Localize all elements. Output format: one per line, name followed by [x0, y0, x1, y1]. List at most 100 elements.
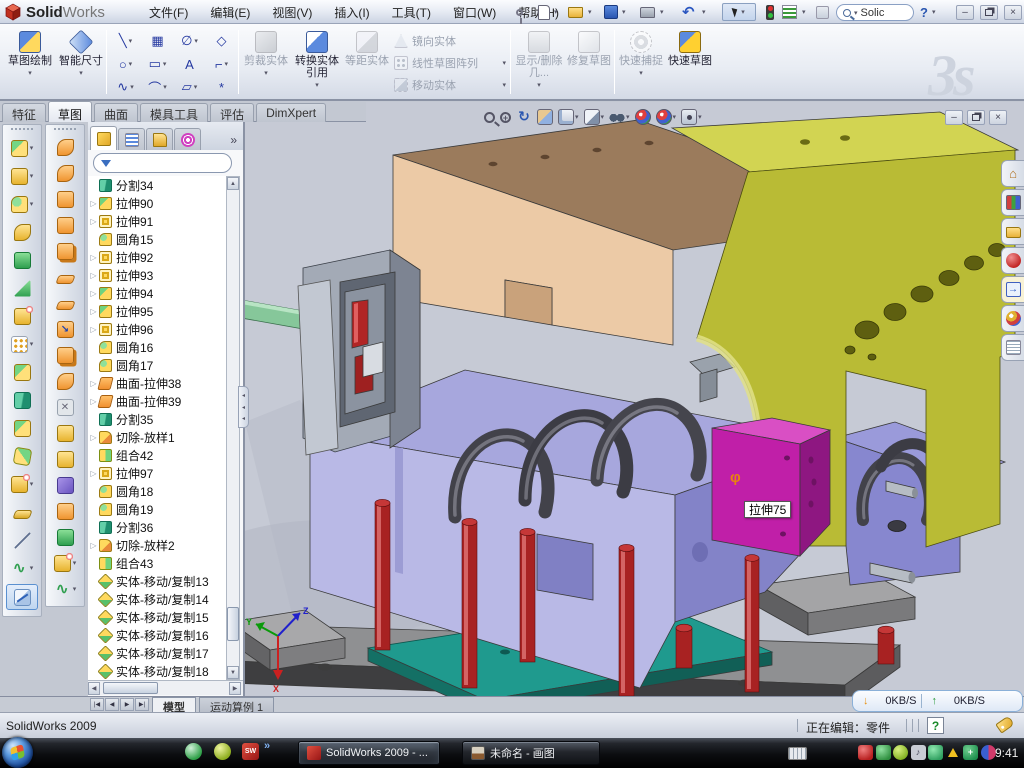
- tree-item[interactable]: 实体-移动/复制15: [88, 608, 226, 626]
- tree-item[interactable]: ▷拉伸93: [88, 266, 226, 284]
- extruded-boss-base-button[interactable]: ▾: [3, 134, 41, 162]
- extend-surface-button[interactable]: ↘: [46, 316, 84, 342]
- caret-icon[interactable]: ▾: [129, 60, 133, 68]
- caret-icon[interactable]: ▾: [225, 60, 229, 68]
- rotate-view-button[interactable]: ↻: [515, 108, 533, 126]
- tree-horizontal-scrollbar[interactable]: ◀ ▶: [88, 680, 243, 695]
- print-button[interactable]: [640, 3, 655, 21]
- apply-scene-button[interactable]: ▾: [655, 108, 678, 126]
- view-settings-button[interactable]: ▾: [680, 108, 703, 126]
- convert-entities-button[interactable]: 转换实体引用▾: [292, 27, 342, 97]
- quick-launch-messenger[interactable]: [185, 743, 202, 760]
- delete-face-button[interactable]: ✕: [46, 394, 84, 420]
- minimize-button[interactable]: –: [956, 3, 974, 21]
- custom-properties-tab[interactable]: [1001, 334, 1024, 361]
- swept-surface-button[interactable]: [46, 134, 84, 160]
- tree-filter-input[interactable]: [93, 153, 232, 173]
- caret-icon[interactable]: ▾: [163, 60, 167, 68]
- expander-icon[interactable]: ▷: [88, 289, 99, 298]
- tray-security-icon[interactable]: [876, 745, 891, 760]
- repair-sketch-button[interactable]: 修复草图: [566, 27, 612, 97]
- tree-item[interactable]: ▷切除-放样2: [88, 536, 226, 554]
- tree-item[interactable]: 分割34: [88, 176, 226, 194]
- tree-item[interactable]: ▷拉伸94: [88, 284, 226, 302]
- expander-icon[interactable]: ▷: [88, 253, 99, 262]
- design-library-tab[interactable]: [1001, 189, 1024, 216]
- menu-item[interactable]: 视图(V): [261, 0, 323, 25]
- panel-splitter-handle[interactable]: ◂◂◂: [238, 386, 249, 428]
- graphics-viewport[interactable]: φ: [245, 102, 1024, 696]
- display-style-button[interactable]: ▾: [583, 108, 606, 126]
- tree-item[interactable]: ▷拉伸97: [88, 464, 226, 482]
- hide-show-items-button[interactable]: ▾: [608, 108, 631, 126]
- tab-nav-button[interactable]: |◀: [90, 698, 104, 711]
- selection-filter-icon[interactable]: [816, 3, 829, 21]
- expander-icon[interactable]: ▷: [88, 325, 99, 334]
- spline2-button[interactable]: ∿▾: [46, 576, 84, 602]
- taskbar-task-1[interactable]: SolidWorks 2009 - ...: [298, 741, 440, 765]
- zoom-fit-button[interactable]: [483, 111, 496, 124]
- tray-volume-icon[interactable]: ♪: [911, 745, 926, 760]
- caret-icon[interactable]: ▾: [194, 37, 198, 45]
- menu-item[interactable]: 插入(I): [323, 0, 380, 25]
- command-tab-DimXpert[interactable]: DimXpert: [256, 103, 326, 122]
- offset-surface-button[interactable]: [46, 264, 84, 290]
- fillet-button[interactable]: ▾: [3, 190, 41, 218]
- mid-surface-button[interactable]: [46, 446, 84, 472]
- sketch-mirror-entities-button[interactable]: ▦: [142, 30, 173, 52]
- new-document-button[interactable]: [538, 3, 550, 21]
- tree-item[interactable]: 组合43: [88, 554, 226, 572]
- hole-wizard-button[interactable]: [3, 302, 41, 330]
- sketch-polygon-button[interactable]: ◇: [206, 30, 237, 52]
- tree-item[interactable]: 圆角15: [88, 230, 226, 248]
- move-copy-bodies-button[interactable]: [3, 442, 41, 470]
- tree-item[interactable]: 圆角16: [88, 338, 226, 356]
- solidworks-resources-tab[interactable]: ⌂: [1001, 160, 1024, 187]
- view-orientation-button[interactable]: ▾: [557, 108, 580, 126]
- taskbar-task-2[interactable]: 未命名 - 画图: [462, 741, 600, 765]
- menu-item[interactable]: 工具(T): [381, 0, 442, 25]
- linear-pattern-button[interactable]: ▾: [3, 330, 41, 358]
- quick-launch-security-center[interactable]: [214, 743, 231, 760]
- panel-tab-dimxpertmanager[interactable]: [174, 128, 201, 150]
- undo-caret[interactable]: ▾: [702, 3, 706, 21]
- freeform-button[interactable]: ▾: [46, 550, 84, 576]
- caret-icon[interactable]: ▾: [130, 83, 134, 91]
- extruded-cut-button[interactable]: ▾: [3, 162, 41, 190]
- panel-tab-configurationmanager[interactable]: [146, 128, 173, 150]
- instant3d-button[interactable]: [6, 584, 38, 610]
- sketch-text-button[interactable]: A: [174, 53, 205, 75]
- quick-snaps-button[interactable]: 快速捕捉▾: [618, 27, 664, 97]
- search-box[interactable]: ▾ Solic: [836, 4, 914, 21]
- print-caret[interactable]: ▾: [660, 3, 664, 21]
- caret-icon[interactable]: ▾: [163, 83, 167, 91]
- open-caret[interactable]: ▾: [588, 3, 592, 21]
- command-tab-曲面[interactable]: 曲面: [94, 103, 138, 122]
- extruded-surface-button[interactable]: [46, 186, 84, 212]
- command-tab-特征[interactable]: 特征: [2, 103, 46, 122]
- linear-sketch-pattern-button[interactable]: 线性草图阵列▾: [394, 52, 506, 74]
- standard-views-button[interactable]: [536, 108, 554, 126]
- insert-part-button[interactable]: ▾: [3, 470, 41, 498]
- rapid-sketch-button[interactable]: 快速草图: [666, 27, 714, 97]
- view-palette-tab[interactable]: →: [1001, 276, 1024, 303]
- doc-tab-模型[interactable]: 模型: [152, 697, 196, 712]
- save-button[interactable]: [604, 3, 618, 21]
- tab-nav-button[interactable]: ▶: [120, 698, 134, 711]
- boundary-surface-button[interactable]: [46, 238, 84, 264]
- tray-updater-icon[interactable]: [893, 745, 908, 760]
- file-explorer-tab[interactable]: [1001, 218, 1024, 245]
- panel-tab-featuremanager[interactable]: [90, 126, 117, 150]
- panel-overflow-button[interactable]: »: [230, 133, 241, 150]
- restore-button[interactable]: [980, 3, 998, 21]
- tree-item[interactable]: 实体-移动/复制14: [88, 590, 226, 608]
- scroll-right-icon[interactable]: ▶: [229, 682, 241, 695]
- tree-item[interactable]: ▷切除-放样1: [88, 428, 226, 446]
- tree-item[interactable]: ▷拉伸91: [88, 212, 226, 230]
- expander-icon[interactable]: ▷: [88, 541, 99, 550]
- doc-close-button[interactable]: ×: [989, 110, 1007, 125]
- tree-item[interactable]: 圆角19: [88, 500, 226, 518]
- open-button[interactable]: [568, 3, 583, 21]
- new-caret[interactable]: ▾: [554, 3, 558, 21]
- reference-plane-button[interactable]: [3, 498, 41, 526]
